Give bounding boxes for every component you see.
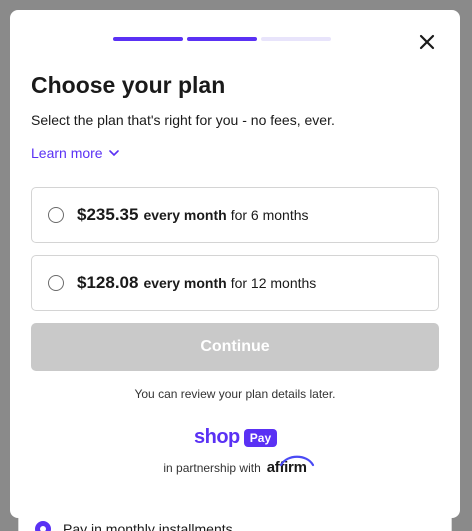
affirm-logo: affirm	[267, 455, 314, 476]
plan-amount: $128.08	[77, 273, 139, 292]
shop-pay-logo: shop Pay	[194, 426, 278, 449]
step-progress	[113, 37, 331, 41]
location-pin-icon	[35, 521, 51, 531]
chevron-down-icon	[108, 149, 119, 156]
shop-pay-wordmark: shop	[194, 426, 240, 448]
plan-radio-12-months[interactable]	[48, 275, 64, 291]
partnership-line: in partnership with affirm	[10, 455, 460, 476]
progress-step-1	[113, 37, 183, 41]
plan-amount: $235.35	[77, 205, 139, 224]
plan-frequency: every month	[143, 207, 227, 223]
close-icon	[419, 34, 435, 50]
affirm-arc-icon	[279, 455, 314, 467]
continue-button[interactable]: Continue	[31, 323, 439, 371]
plan-frequency: every month	[143, 275, 227, 291]
learn-more-link[interactable]: Learn more	[31, 145, 119, 161]
backdrop-installments-row: Pay in monthly installments	[35, 521, 233, 531]
plan-option-12-months[interactable]: $128.08 every month for 12 months	[31, 255, 439, 311]
plan-term: for 6 months	[230, 207, 309, 223]
plan-option-6-months[interactable]: $235.35 every month for 6 months	[31, 187, 439, 243]
plan-term: for 12 months	[230, 275, 317, 291]
shop-pay-pill: Pay	[243, 428, 278, 447]
partnership-text: in partnership with	[163, 461, 261, 475]
close-button[interactable]	[415, 30, 439, 54]
progress-step-3	[261, 37, 331, 41]
review-note: You can review your plan details later.	[134, 387, 336, 401]
progress-step-2	[187, 37, 257, 41]
backdrop-row-label: Pay in monthly installments	[63, 521, 233, 531]
plan-modal: Choose your plan Select the plan that's …	[10, 10, 460, 518]
modal-title: Choose your plan	[31, 72, 226, 98]
learn-more-label: Learn more	[31, 145, 103, 161]
plan-radio-6-months[interactable]	[48, 207, 64, 223]
modal-subtitle: Select the plan that's right for you - n…	[31, 112, 335, 128]
